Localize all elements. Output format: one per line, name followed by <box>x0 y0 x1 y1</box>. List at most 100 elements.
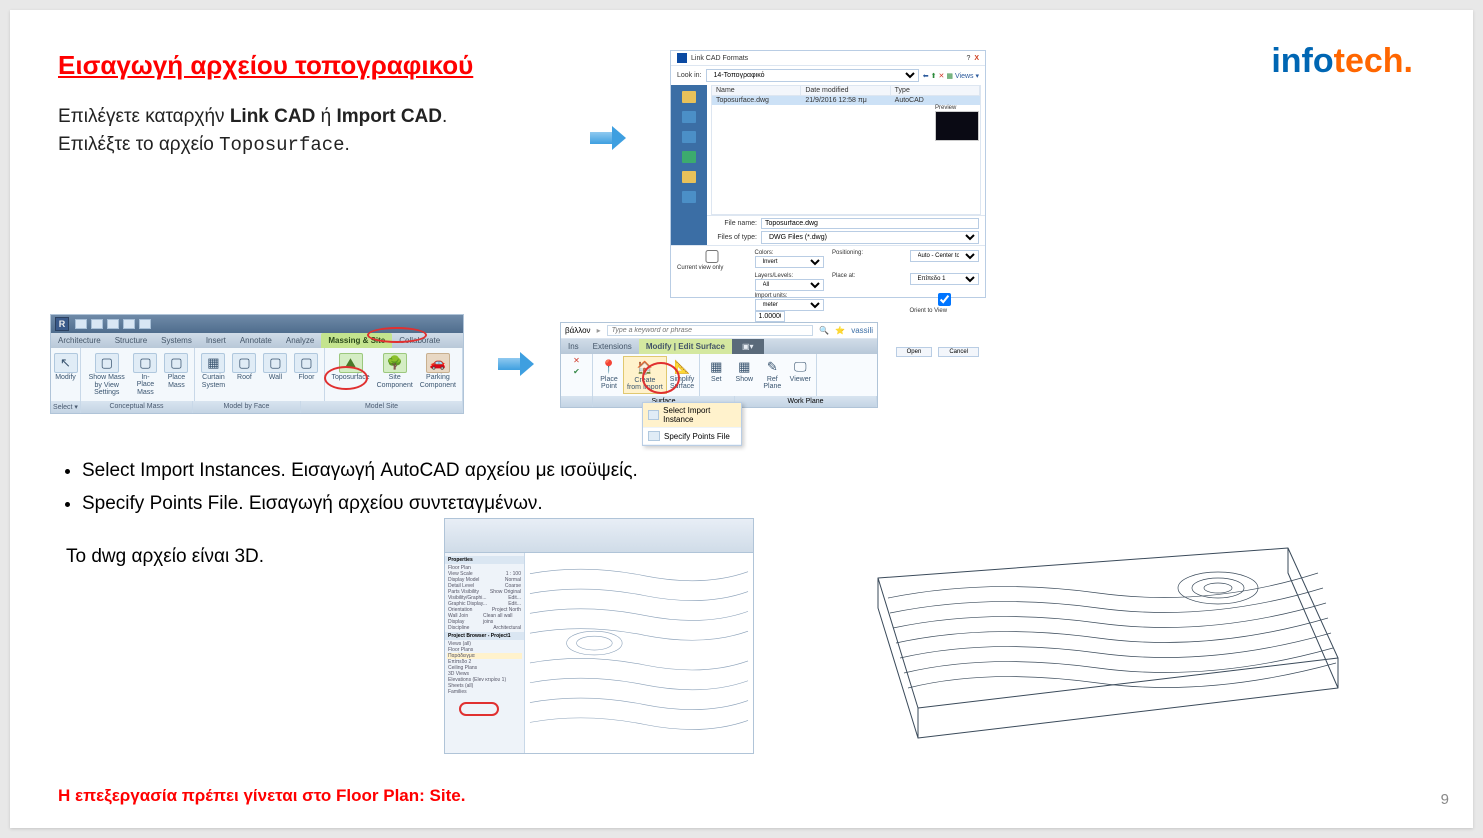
dialog-title: Link CAD Formats <box>691 55 748 62</box>
units-dropdown[interactable]: meter <box>755 299 825 311</box>
qat-undo-icon[interactable] <box>107 319 119 329</box>
icon[interactable]: ✕ <box>573 356 580 365</box>
views-dropdown[interactable]: Views ▾ <box>955 72 979 80</box>
colors-dropdown[interactable]: Invert <box>755 256 825 268</box>
specify-points-file-item[interactable]: Specify Points File <box>643 428 741 445</box>
open-button[interactable]: Open <box>896 347 933 357</box>
create-from-import-button[interactable]: 🏠Createfrom Import <box>623 356 667 394</box>
select-import-instance-item[interactable]: Select Import Instance <box>643 403 741 428</box>
qat-redo-icon[interactable] <box>123 319 135 329</box>
col-name[interactable]: Name <box>712 86 801 95</box>
lookin-dropdown[interactable]: 14-Τοπογραφικό <box>706 69 919 82</box>
browser-item[interactable]: Families <box>447 689 522 695</box>
inplace-mass-button[interactable]: ▢In-PlaceMass <box>130 350 160 399</box>
footer-note: Η επεξεργασία πρέπει γίνεται στο Floor P… <box>58 786 465 806</box>
tab-extensions[interactable]: Extensions <box>586 339 639 354</box>
history-icon[interactable] <box>682 91 696 103</box>
tab-modify-edit-surface[interactable]: Modify | Edit Surface <box>639 339 732 354</box>
terrain-3d-view <box>838 518 1346 754</box>
documents-icon[interactable] <box>682 111 696 123</box>
conceptual-mass-label: Conceptual Mass <box>81 401 193 413</box>
current-view-label: Current view only <box>677 265 723 271</box>
place-point-button[interactable]: 📍PlacePoint <box>595 356 623 394</box>
search-input[interactable] <box>607 325 814 336</box>
model-by-face-label: Model by Face <box>193 401 301 413</box>
app-menu-icon[interactable]: R <box>55 317 69 331</box>
tab-massing-site[interactable]: Massing & Site <box>321 333 392 348</box>
show-button[interactable]: ▦Show <box>730 356 758 392</box>
computer-icon[interactable] <box>682 131 696 143</box>
orient-checkbox[interactable] <box>910 293 980 306</box>
dialog-places-bar <box>671 85 707 245</box>
bullet-list: Select Import Instances. Εισαγωγή AutoCA… <box>58 456 638 523</box>
simplify-surface-button[interactable]: 📐SimplifySurface <box>667 356 698 394</box>
select-panel-label: Select ▾ <box>51 401 81 413</box>
filetype-dropdown[interactable]: DWG Files (*.dwg) <box>761 231 979 244</box>
list-item: Specify Points File. Εισαγωγή αρχείου συ… <box>82 489 638 518</box>
qat-print-icon[interactable] <box>139 319 151 329</box>
placeat-dropdown[interactable]: Επίπεδο 1 <box>910 273 980 285</box>
model-site-label: Model Site <box>301 401 463 413</box>
qat-open-icon[interactable] <box>75 319 87 329</box>
place-mass-button[interactable]: ▢PlaceMass <box>161 350 191 399</box>
page-number: 9 <box>1441 791 1449 808</box>
tab-ins[interactable]: Ins <box>561 339 586 354</box>
positioning-dropdown[interactable]: Auto - Center to Center <box>910 250 980 262</box>
icon[interactable]: ✔ <box>573 367 580 376</box>
set-button[interactable]: ▦Set <box>702 356 730 392</box>
signin-icon[interactable]: ⭐ <box>835 326 845 335</box>
tab-panel-icon[interactable]: ▣▾ <box>732 339 764 354</box>
qat-save-icon[interactable] <box>91 319 103 329</box>
tab-structure[interactable]: Structure <box>108 333 154 348</box>
current-view-checkbox[interactable] <box>677 250 747 263</box>
brand-logo: infotech. <box>1271 42 1413 81</box>
file-row[interactable]: Toposurface.dwg 21/9/2016 12:58 πμ AutoC… <box>712 96 980 105</box>
back-icon[interactable]: ⬅ <box>923 72 929 80</box>
arrow-icon <box>590 128 630 148</box>
roof-button[interactable]: ▢Roof <box>229 350 259 392</box>
tab-systems[interactable]: Systems <box>154 333 199 348</box>
col-type[interactable]: Type <box>891 86 980 95</box>
filename-input[interactable] <box>761 218 979 229</box>
help-button[interactable]: ? <box>967 55 971 62</box>
layers-dropdown[interactable]: All <box>755 279 825 291</box>
user-label: vassili <box>851 326 873 335</box>
parking-button[interactable]: 🚗ParkingComponent <box>417 350 459 392</box>
curtain-system-button[interactable]: ▦CurtainSystem <box>198 350 228 392</box>
placeat-label: Place at: <box>832 273 858 279</box>
floor-button[interactable]: ▢Floor <box>291 350 321 392</box>
points-file-icon <box>648 431 660 441</box>
dwg-3d-note: Το dwg αρχείο είναι 3D. <box>66 546 264 568</box>
infocenter-icon[interactable]: 🔍 <box>819 326 829 335</box>
list-item: Select Import Instances. Εισαγωγή AutoCA… <box>82 456 638 485</box>
units-scale-input[interactable] <box>755 311 785 322</box>
viewer-button[interactable]: 🖵Viewer <box>786 356 814 392</box>
close-button[interactable]: X <box>974 55 979 62</box>
site-component-button[interactable]: 🌳SiteComponent <box>374 350 416 392</box>
ref-plane-button[interactable]: ✎RefPlane <box>758 356 786 392</box>
tab-collaborate[interactable]: Collaborate <box>392 333 447 348</box>
network-icon[interactable] <box>682 151 696 163</box>
prop-row: Wall Join DisplayClean all wall joins <box>447 613 522 625</box>
delete-icon[interactable]: ✕ <box>938 72 944 80</box>
show-mass-button[interactable]: ▢Show Massby View Settings <box>84 350 129 399</box>
cancel-button[interactable]: Cancel <box>938 347 979 357</box>
create-from-import-dropdown: Select Import Instance Specify Points Fi… <box>642 402 742 446</box>
tab-annotate[interactable]: Annotate <box>233 333 279 348</box>
revit-ribbon-massing-site: R Architecture Structure Systems Insert … <box>50 314 464 414</box>
workplane-panel-label: Work Plane <box>735 396 877 407</box>
modify-button[interactable]: ↖Modify <box>54 350 77 384</box>
col-date[interactable]: Date modified <box>801 86 890 95</box>
tab-analyze[interactable]: Analyze <box>279 333 321 348</box>
toposurface-button[interactable]: ⛰Toposurface <box>328 350 372 392</box>
tab-insert[interactable]: Insert <box>199 333 233 348</box>
link-cad-dialog: Link CAD Formats ? X Look in: 14-Τοπογρα… <box>670 50 986 298</box>
newfolder-icon[interactable]: ▦ <box>946 72 953 80</box>
tab-architecture[interactable]: Architecture <box>51 333 108 348</box>
preview-thumbnail <box>935 111 979 141</box>
up-icon[interactable]: ⬆ <box>931 72 937 80</box>
wall-button[interactable]: ▢Wall <box>260 350 290 392</box>
desktop-icon[interactable] <box>682 191 696 203</box>
favorites-icon[interactable] <box>682 171 696 183</box>
revit-ribbon-edit-surface: βάλλον ▸ 🔍 ⭐ vassili Ins Extensions Modi… <box>560 322 878 408</box>
